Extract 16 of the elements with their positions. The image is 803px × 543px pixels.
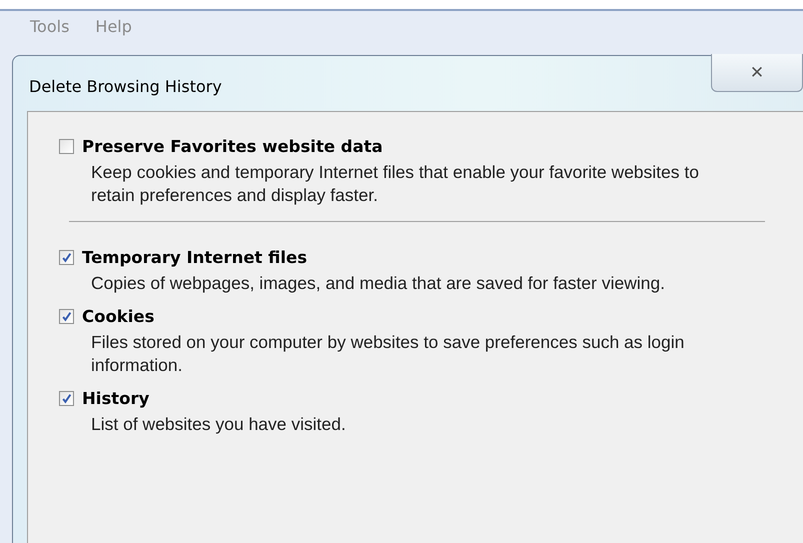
checkbox-label: History	[82, 388, 150, 408]
menu-item[interactable]: Tools	[30, 17, 70, 55]
option-description: List of websites you have visited.	[91, 413, 347, 436]
option-description: Files stored on your computer by websites to save preferences such as login information.	[91, 331, 686, 377]
close-button[interactable]: ✕	[711, 54, 803, 92]
checkbox-label: Cookies	[82, 306, 154, 326]
checkbox-label: Temporary Internet files	[82, 248, 308, 266]
option-description: Copies of webpages, images, and media that are saved for faster viewing.	[91, 272, 666, 295]
checkbox[interactable]	[59, 308, 74, 324]
checkbox-label: Preserve Favorites website data	[82, 136, 383, 156]
window-title: Delete Browsing History	[29, 77, 222, 96]
checkbox[interactable]	[59, 250, 74, 264]
menu-item[interactable]: Help	[95, 17, 132, 55]
checkbox[interactable]	[59, 138, 74, 154]
option-description: Keep cookies and temporary Internet files that enable your favorite websites to retain preferences and display faster.	[91, 161, 700, 207]
checkbox[interactable]	[59, 390, 74, 406]
